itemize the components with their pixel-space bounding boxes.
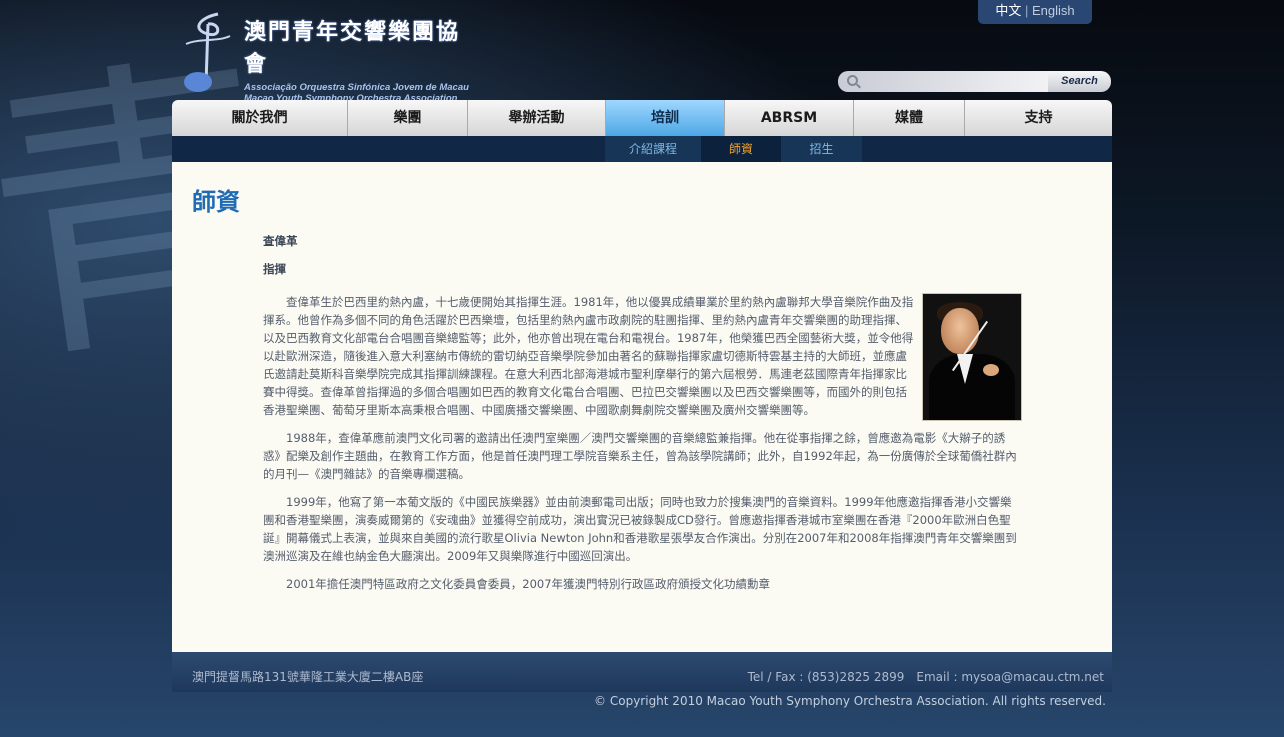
treble-clef-logo-icon xyxy=(184,12,231,92)
bio-paragraph: 1999年，他寫了第一本葡文版的《中國民族樂器》並由前澳郵電司出版；同時也致力於… xyxy=(263,495,1017,563)
subnav-item-courses[interactable]: 介紹課程 xyxy=(605,136,701,162)
nav-item-support[interactable]: 支持 xyxy=(965,100,1112,136)
search-button[interactable]: Search xyxy=(1048,71,1111,92)
logo-name-pt: Associação Orquestra Sinfónica Jovem de … xyxy=(244,82,469,93)
lang-english-link[interactable]: English xyxy=(1032,3,1075,18)
content-area: 師資 查偉革 指揮 查偉革生於巴西里約熱內盧，十七歲便開始其指揮生涯。1981年… xyxy=(172,162,1112,652)
search-bar: Search xyxy=(838,71,1111,92)
main-nav: 關於我們 樂團 舉辦活動 培訓 ABRSM 媒體 支持 xyxy=(172,100,1112,136)
page-wrapper: 澳門青年交響樂團協會 Associação Orquestra Sinfónic… xyxy=(172,0,1112,737)
faculty-role: 指揮 xyxy=(263,262,286,276)
page-title: 師資 xyxy=(192,188,240,216)
nav-item-training[interactable]: 培訓 xyxy=(606,100,725,136)
search-field xyxy=(838,71,1048,92)
faculty-name: 查偉革 xyxy=(263,234,298,248)
nav-item-events[interactable]: 舉辦活動 xyxy=(468,100,606,136)
biography: 查偉革生於巴西里約熱內盧，十七歲便開始其指揮生涯。1981年，他以優異成績畢業於… xyxy=(263,293,1021,603)
bio-paragraph: 2001年擔任澳門特區政府之文化委員會委員，2007年獲澳門特別行政區政府頒授文… xyxy=(286,577,771,591)
logo-name-zh: 澳門青年交響樂團協會 xyxy=(244,19,461,77)
bio-paragraph: 1988年，查偉革應前澳門文化司署的邀請出任澳門室樂團／澳門交響樂團的音樂總監兼… xyxy=(263,431,1017,481)
sub-nav: 介紹課程 師資 招生 xyxy=(172,136,1112,162)
nav-item-media[interactable]: 媒體 xyxy=(854,100,965,136)
footer-contact: Tel / Fax : (853)2825 2899 Email : mysoa… xyxy=(747,670,1104,684)
bio-paragraph: 查偉革生於巴西里約熱內盧，十七歲便開始其指揮生涯。1981年，他以優異成績畢業於… xyxy=(263,295,914,417)
footer-address: 澳門提督馬路131號華隆工業大廈二樓AB座 xyxy=(192,670,424,684)
site-logo[interactable]: 澳門青年交響樂團協會 Associação Orquestra Sinfónic… xyxy=(178,8,478,104)
footer: 澳門提督馬路131號華隆工業大廈二樓AB座 Tel / Fax : (853)2… xyxy=(172,652,1112,692)
lang-separator: | xyxy=(1024,3,1029,18)
search-icon xyxy=(847,75,858,86)
subnav-item-enrolment[interactable]: 招生 xyxy=(781,136,862,162)
subnav-item-faculty[interactable]: 師資 xyxy=(701,136,781,162)
language-switcher: 中文 | English xyxy=(978,0,1092,24)
copyright-text: © Copyright 2010 Macao Youth Symphony Or… xyxy=(594,694,1106,708)
nav-item-abrsm[interactable]: ABRSM xyxy=(725,100,854,136)
lang-chinese-link[interactable]: 中文 xyxy=(995,3,1021,18)
search-input[interactable] xyxy=(862,73,1046,91)
nav-item-about[interactable]: 關於我們 xyxy=(172,100,348,136)
nav-item-orchestra[interactable]: 樂團 xyxy=(348,100,468,136)
